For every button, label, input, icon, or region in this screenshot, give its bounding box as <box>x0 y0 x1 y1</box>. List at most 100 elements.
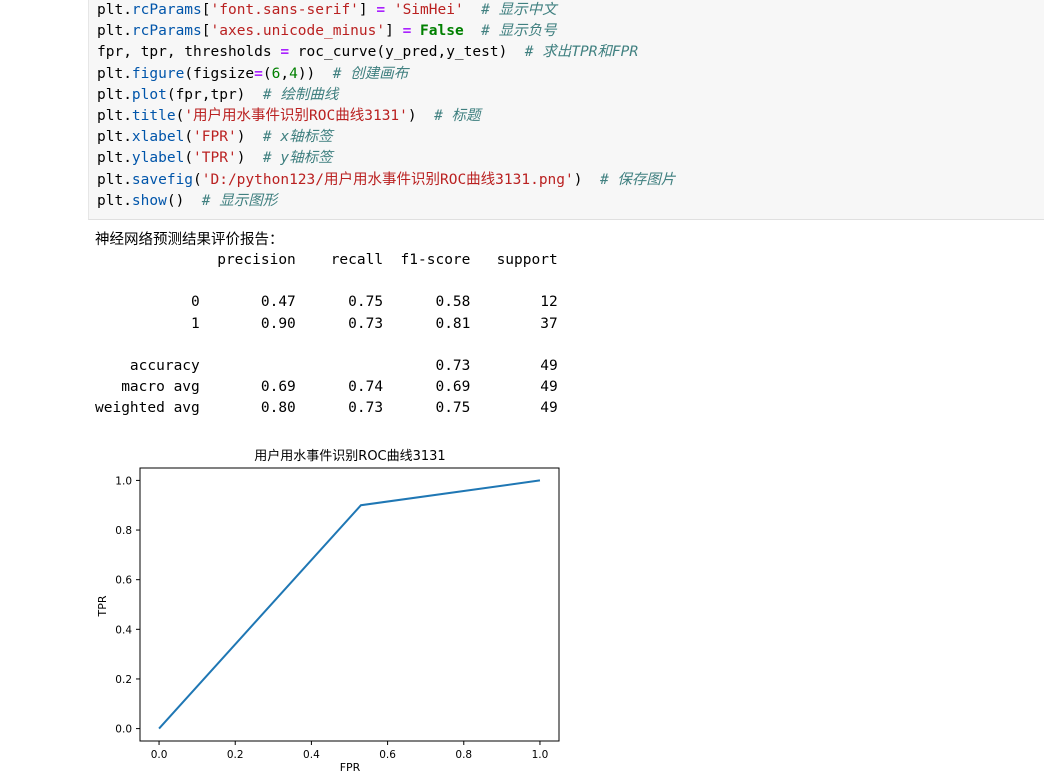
code-token: (fpr,tpr) <box>166 86 263 103</box>
roc-curve-line <box>158 479 541 730</box>
code-token: 'TPR' <box>193 150 237 167</box>
code-token: # 绘制曲线 <box>262 86 339 103</box>
code-token: 4 <box>289 65 298 82</box>
code-token: ( <box>184 150 194 167</box>
report-line: macro avg 0.69 0.74 0.69 49 <box>95 379 558 396</box>
code-token: plt. <box>97 192 132 209</box>
code-token: # 创建画布 <box>332 65 409 82</box>
code-line: plt.show() # 显示图形 <box>97 191 1044 212</box>
code-token: ( <box>184 129 194 146</box>
y-tick-label: 0.6 <box>115 575 132 587</box>
code-line: plt.rcParams['font.sans-serif'] = 'SimHe… <box>97 0 1044 21</box>
code-token: plot <box>131 86 167 103</box>
code-token: = <box>376 2 386 18</box>
code-token: plt. <box>97 171 132 188</box>
code-token: rcParams <box>131 23 202 40</box>
code-token: ] <box>358 2 377 18</box>
code-line: plt.title('用户用水事件识别ROC曲线3131') # 标题 <box>97 106 1044 127</box>
code-token: plt. <box>97 129 132 146</box>
code-token: savefig <box>131 171 194 188</box>
code-token: plt. <box>97 107 132 124</box>
code-token: # 求出TPR和FPR <box>524 44 639 61</box>
code-line: plt.rcParams['axes.unicode_minus'] = Fal… <box>97 21 1044 42</box>
code-token: # 显示中文 <box>481 2 557 18</box>
code-line: plt.ylabel('TPR') # y轴标签 <box>97 148 1044 169</box>
y-tick-label: 0.0 <box>115 724 132 736</box>
code-token: (figsize <box>184 65 255 82</box>
code-token: figure <box>131 65 185 82</box>
code-token: 'font.sans-serif' <box>210 2 359 18</box>
code-token: )) <box>297 65 333 82</box>
code-token: xlabel <box>131 129 185 146</box>
report-line <box>95 335 558 356</box>
chart-title: 用户用水事件识别ROC曲线3131 <box>254 448 445 464</box>
code-token: 'axes.unicode_minus' <box>210 23 386 40</box>
code-token: fpr, tpr, thresholds <box>97 44 281 61</box>
code-token: plt. <box>97 86 132 103</box>
x-tick-label: 0.6 <box>379 749 396 761</box>
code-token: '用户用水事件识别ROC曲线3131' <box>184 107 408 124</box>
roc-chart-svg: 用户用水事件识别ROC曲线3131 0.0 0.2 0.4 0.6 0.8 1.0 0.0 0… <box>96 448 560 774</box>
code-token: plt. <box>97 2 132 18</box>
code-cell[interactable]: plt.rcParams['font.sans-serif'] = 'SimHe… <box>88 0 1044 220</box>
code-token: [ <box>201 2 211 18</box>
plot-frame <box>139 467 560 742</box>
code-line: plt.plot(fpr,tpr) # 绘制曲线 <box>97 85 1044 106</box>
code-token: ) <box>236 129 263 146</box>
report-line <box>95 271 558 292</box>
code-token: ( <box>175 107 185 124</box>
code-token: [ <box>201 23 211 40</box>
code-line: plt.figure(figsize=(6,4)) # 创建画布 <box>97 64 1044 85</box>
x-axis-label: FPR <box>340 761 361 771</box>
x-tick-label: 0.8 <box>455 749 472 761</box>
x-tick-label: 1.0 <box>532 749 549 761</box>
code-line: plt.savefig('D:/python123/用户用水事件识别ROC曲线3… <box>97 170 1044 191</box>
roc-chart: 用户用水事件识别ROC曲线3131 0.0 0.2 0.4 0.6 0.8 1.0 0.0 0… <box>95 440 575 774</box>
y-tick-label: 0.8 <box>115 525 132 537</box>
code-token: title <box>131 107 176 124</box>
report-line: accuracy 0.73 49 <box>95 357 558 374</box>
y-tick-label: 0.4 <box>115 624 132 636</box>
code-token: 'FPR' <box>193 129 237 146</box>
x-tick-label: 0.2 <box>227 749 244 761</box>
code-token: 'SimHei' <box>393 2 464 18</box>
code-token: # y轴标签 <box>262 150 333 167</box>
code-token: # 显示图形 <box>201 192 278 209</box>
code-token: , <box>280 65 290 82</box>
code-token: = <box>280 44 290 61</box>
code-token: ( <box>262 65 272 82</box>
code-token: show <box>131 192 167 209</box>
classification-report: precision recall f1-score support 0 0.47… <box>95 250 558 420</box>
code-token: rcParams <box>131 2 202 18</box>
code-token: plt. <box>97 150 132 167</box>
code-token: ] <box>385 23 403 40</box>
code-token: ( <box>193 171 202 188</box>
code-token: ) <box>236 150 263 167</box>
code-line: fpr, tpr, thresholds = roc_curve(y_pred,… <box>97 42 1044 63</box>
code-token: # 显示负号 <box>481 23 557 40</box>
code-token: = <box>254 65 263 82</box>
code-token: plt. <box>97 65 132 82</box>
output-report-label: 神经网络预测结果评价报告： <box>95 232 284 248</box>
code-token: # 保存图片 <box>599 171 676 188</box>
code-token: ylabel <box>131 150 185 167</box>
report-line: 1 0.90 0.73 0.81 37 <box>95 315 558 332</box>
report-line: weighted avg 0.80 0.73 0.75 49 <box>95 400 558 417</box>
report-line: 0 0.47 0.75 0.58 12 <box>95 294 558 311</box>
y-tick-label: 1.0 <box>115 475 132 487</box>
code-token: ) <box>573 171 600 188</box>
code-token: ) <box>407 107 435 124</box>
code-token: () <box>166 192 202 209</box>
y-tick-label: 0.2 <box>115 674 132 686</box>
code-token: False <box>420 23 464 40</box>
code-token: # x轴标签 <box>262 129 333 146</box>
x-tick-label: 0.0 <box>151 749 168 761</box>
code-token: = <box>402 23 412 40</box>
code-token: 'D:/python123/用户用水事件识别ROC曲线3131.png' <box>201 171 574 188</box>
code-token: plt. <box>97 23 132 40</box>
y-axis-label: TPR <box>96 595 109 617</box>
